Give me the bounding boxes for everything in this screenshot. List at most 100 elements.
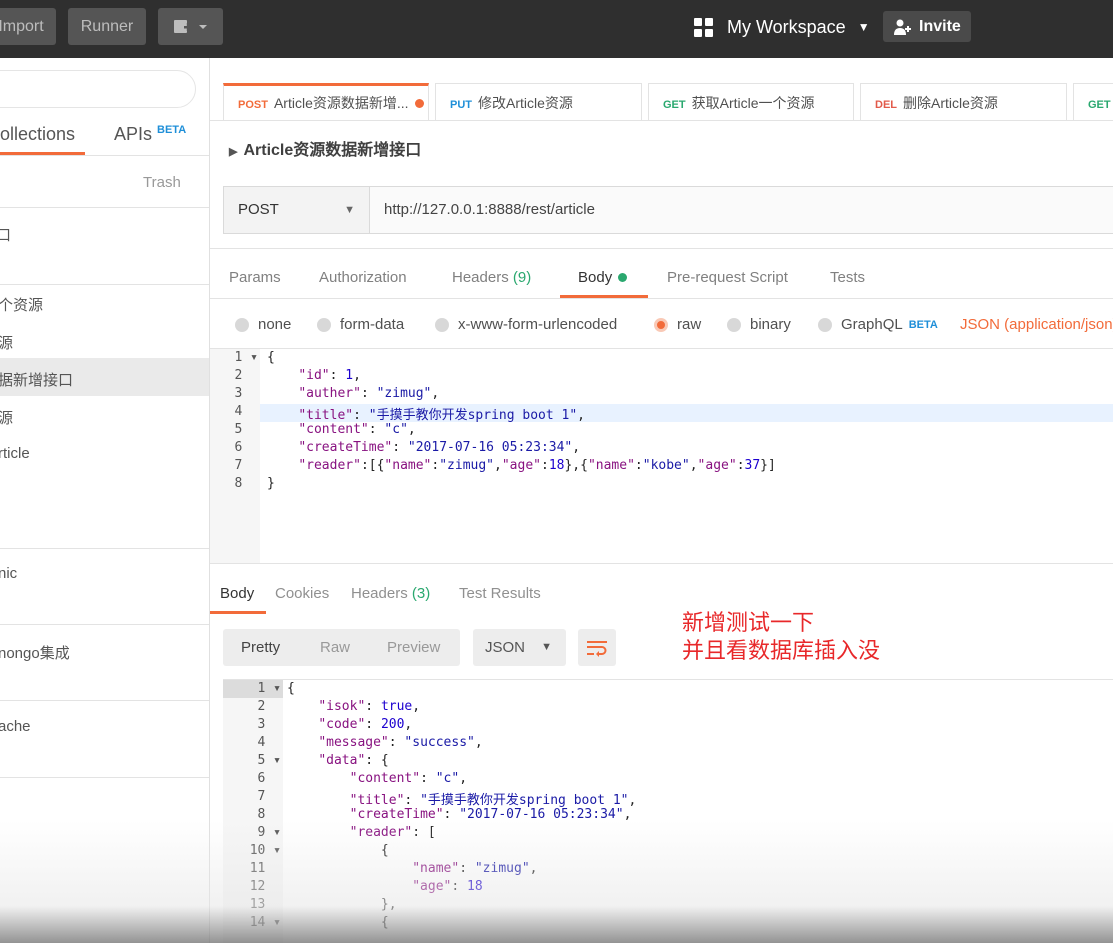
workspace-switcher[interactable]: My Workspace ▼ (694, 14, 870, 40)
radio-graphql-label: GraphQL (841, 316, 903, 333)
radio-urlencoded-label: x-www-form-urlencoded (458, 316, 618, 333)
url-bar: POST ▼ http://127.0.0.1:8888/rest/article (223, 186, 1113, 234)
tab-params[interactable]: Params (229, 269, 281, 286)
code-line: { (267, 350, 275, 365)
raw-button[interactable]: Raw (320, 629, 350, 666)
tab-label: 获取Article一个资源 (691, 95, 815, 111)
radio-urlencoded[interactable]: x-www-form-urlencoded (435, 316, 617, 333)
line-number: 4 (234, 404, 258, 419)
line-number: 13 (249, 897, 281, 912)
code-line: "title": "手摸手教你开发spring boot 1", (298, 408, 585, 423)
chevron-down-icon: ▼ (857, 20, 870, 34)
radio-form-data[interactable]: form-data (317, 316, 404, 333)
line-number: 7 (234, 458, 258, 473)
request-item[interactable]: 源 (0, 332, 13, 353)
import-button[interactable]: Import (0, 8, 56, 45)
new-window-icon (173, 20, 207, 33)
format-select-value: JSON (485, 639, 526, 656)
radio-graphql[interactable]: GraphQL BETA (818, 316, 938, 333)
collection-item[interactable]: ache (0, 718, 31, 735)
divider (210, 248, 1113, 249)
divider (210, 298, 1113, 299)
code-line: "message": "success", (318, 735, 483, 750)
code-line: "createTime": "2017-07-16 05:23:34", (298, 440, 581, 455)
code-line: { (287, 843, 389, 858)
request-item-active[interactable]: 据新增接口 (0, 369, 73, 390)
request-tab-active[interactable]: POST Article资源数据新增... (223, 83, 429, 121)
response-tab-cookies[interactable]: Cookies (275, 585, 329, 602)
tab-apis[interactable]: APIs BETA (114, 124, 186, 145)
code-line: "reader": [ (349, 825, 436, 840)
request-item[interactable]: rticle (0, 445, 30, 462)
request-name[interactable]: ▶ Article资源数据新增接口 (229, 136, 421, 160)
search-input[interactable] (0, 70, 196, 108)
code-line: "content": "c", (349, 771, 468, 786)
tab-tests[interactable]: Tests (830, 269, 865, 286)
url-input[interactable]: http://127.0.0.1:8888/rest/article (384, 187, 595, 233)
tab-body[interactable]: Body (578, 269, 628, 286)
divider (0, 624, 209, 625)
wrap-lines-button[interactable] (578, 629, 616, 666)
line-number: 8 (257, 807, 281, 822)
request-item[interactable]: 源 (0, 407, 13, 428)
radio-none[interactable]: none (235, 316, 291, 333)
request-tab[interactable]: PUT 修改Article资源 (435, 83, 642, 121)
code-line: "name": "zimug", (412, 861, 538, 876)
top-bar: Import Runner My Workspace ▼ Invite (0, 0, 1113, 58)
radio-binary[interactable]: binary (727, 316, 791, 333)
request-item[interactable]: 个资源 (0, 294, 43, 315)
new-window-button[interactable] (158, 8, 223, 45)
tab-prerequest-script[interactable]: Pre-request Script (667, 269, 788, 286)
preview-button[interactable]: Preview (387, 629, 440, 666)
radio-binary-label: binary (750, 316, 791, 333)
line-number: 9 ▾ (257, 825, 281, 840)
response-tab-test-results[interactable]: Test Results (459, 585, 541, 602)
code-line: "createTime": "2017-07-16 05:23:34", (349, 807, 632, 822)
code-line: "auther": "zimug", (298, 386, 440, 401)
tab-headers-label: Headers (452, 269, 509, 286)
code-line: "age": 18 (412, 879, 483, 894)
request-tab[interactable]: GET (1073, 83, 1113, 121)
collection-item[interactable]: nic (0, 565, 17, 582)
radio-raw[interactable]: raw (654, 316, 701, 333)
invite-button[interactable]: Invite (883, 11, 971, 42)
response-headers-label: Headers (351, 585, 408, 602)
tab-authorization[interactable]: Authorization (319, 269, 407, 286)
tab-label: 删除Article资源 (903, 95, 998, 111)
tab-label: 修改Article资源 (478, 95, 573, 111)
pretty-button[interactable]: Pretty (241, 629, 280, 666)
line-number: 8 (234, 476, 258, 491)
request-tab[interactable]: GET 获取Article一个资源 (648, 83, 854, 121)
tab-collections[interactable]: Collections (0, 124, 75, 145)
beta-badge: BETA (908, 318, 938, 331)
response-tab-body[interactable]: Body (220, 585, 254, 602)
divider (210, 563, 1113, 564)
radio-button-icon (727, 317, 741, 332)
chevron-down-icon: ▼ (344, 204, 355, 216)
invite-label: Invite (919, 18, 961, 35)
request-tab[interactable]: DEL 删除Article资源 (860, 83, 1067, 121)
divider (0, 207, 209, 208)
line-number: 1 ▾ (257, 681, 281, 696)
runner-button[interactable]: Runner (68, 8, 146, 45)
code-line: "data": { (318, 753, 389, 768)
trash-link[interactable]: Trash (143, 174, 181, 191)
tab-apis-label: APIs (114, 124, 153, 144)
response-tab-headers[interactable]: Headers (3) (351, 585, 430, 602)
collection-item[interactable]: nongo集成 (0, 642, 70, 663)
tab-headers[interactable]: Headers (9) (452, 269, 531, 286)
radio-button-icon (317, 317, 331, 332)
collection-item[interactable]: 口 (0, 224, 11, 245)
divider (0, 284, 209, 285)
response-headers-count: (3) (411, 585, 431, 602)
tabs-divider (210, 120, 1113, 121)
method-select[interactable]: POST ▼ (224, 187, 370, 233)
code-line: { (287, 681, 295, 696)
code-line: { (287, 915, 389, 930)
format-select[interactable]: JSON ▼ (473, 629, 566, 666)
content-type-select[interactable]: JSON (application/json) (960, 316, 1113, 333)
line-number: 3 (257, 717, 281, 732)
code-line: "reader":[{"name":"zimug","age":18},{"na… (298, 458, 776, 473)
radio-raw-label: raw (677, 316, 702, 333)
radio-button-icon (435, 317, 449, 332)
